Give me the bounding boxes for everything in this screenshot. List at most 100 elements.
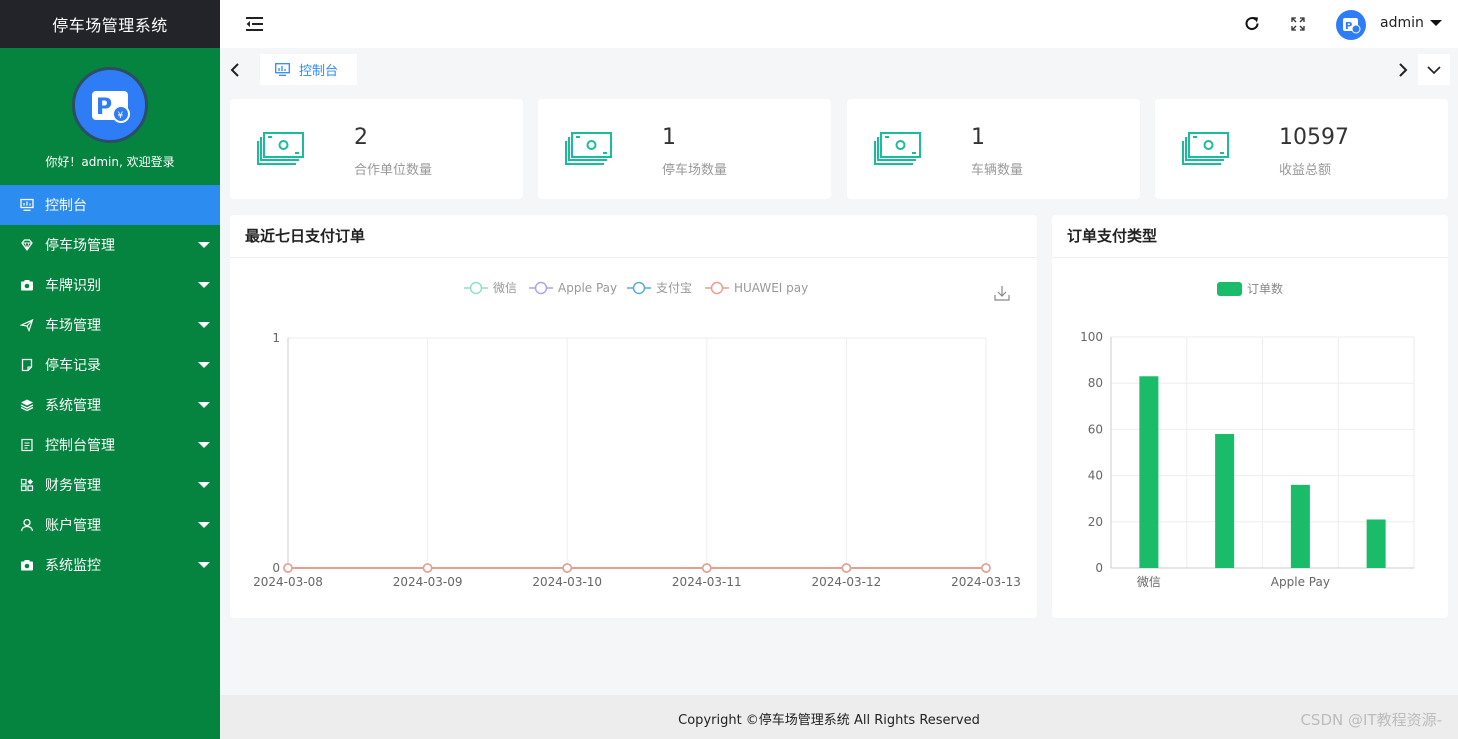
sidebar-item-label: 财务管理 <box>45 478 101 494</box>
download-arrow <box>997 286 1007 297</box>
bar <box>1290 484 1310 568</box>
sidebar-item-label: 控制台 <box>45 198 87 214</box>
stat-card[interactable]: 1 车辆数量 <box>847 99 1140 199</box>
note-icon <box>21 358 33 372</box>
y-tick-label: 60 <box>1088 422 1103 436</box>
caret-down-icon <box>198 522 210 528</box>
y-tick-label: 1 <box>272 331 280 345</box>
sidebar: 停车场管理系统 P ¥ 你好！admin, 欢迎登录 控制台停车场管理车牌识别车… <box>0 0 220 739</box>
sidebar-item-9[interactable]: 系统监控 <box>0 545 220 585</box>
dashboard-icon <box>275 63 290 76</box>
download-icon <box>994 286 1010 301</box>
x-tick-label: 2024-03-13 <box>951 575 1021 589</box>
app-title: 停车场管理系统 <box>0 0 220 48</box>
legend-label: 支付宝 <box>656 281 692 295</box>
welcome-text: 你好！admin, 欢迎登录 <box>45 155 175 169</box>
stat-card[interactable]: 2 合作单位数量 <box>230 99 523 199</box>
camera-icon <box>21 280 33 291</box>
y-tick-label: 0 <box>272 561 280 575</box>
tab-options-button[interactable] <box>1418 54 1450 85</box>
sidebar-item-label: 车场管理 <box>45 318 101 334</box>
stat-value: 1 <box>971 125 985 150</box>
line-chart-panel: 最近七日支付订单 微信 Apple Pay 支付宝 HUAWEI pay 0 1 2024-… <box>230 215 1037 618</box>
sidebar-item-label: 车牌识别 <box>45 278 101 294</box>
svg-text:¥: ¥ <box>118 111 124 121</box>
legend-label: 微信 <box>493 281 517 295</box>
sidebar-item-label: 控制台管理 <box>45 438 115 454</box>
data-point <box>702 563 712 573</box>
parking-logo-icon: P <box>1343 18 1361 34</box>
line-chart: 微信 Apple Pay 支付宝 HUAWEI pay 0 1 2024-03-08 2024… <box>253 281 1021 589</box>
legend-label: Apple Pay <box>558 281 617 295</box>
sidebar-item-label: 停车场管理 <box>45 238 115 254</box>
sidebar-menu: 控制台停车场管理车牌识别车场管理停车记录系统管理控制台管理财务管理账户管理 系统监… <box>0 185 220 585</box>
stat-value: 1 <box>662 125 676 150</box>
data-point <box>283 563 293 573</box>
stat-value: 10597 <box>1279 125 1349 150</box>
header-avatar[interactable]: P <box>1336 10 1366 40</box>
sidebar-item-0[interactable]: 控制台 <box>0 185 220 225</box>
caret-down-icon <box>198 562 210 568</box>
caret-down-icon <box>198 402 210 408</box>
y-tick-label: 0 <box>1095 561 1103 575</box>
chevron-down-icon <box>1427 65 1441 74</box>
tab-dashboard[interactable]: 控制台 <box>260 54 357 85</box>
money-icon <box>565 132 612 165</box>
stat-card[interactable]: 10597 收益总额 <box>1155 99 1448 199</box>
footer: Copyright ©停车场管理系统 All Rights Reserved C… <box>220 695 1458 739</box>
data-point <box>981 563 991 573</box>
sidebar-item-3[interactable]: 车场管理 <box>0 305 220 345</box>
x-tick-label: 2024-03-09 <box>393 575 463 589</box>
user-icon <box>20 518 34 532</box>
sidebar-item-4[interactable]: 停车记录 <box>0 345 220 385</box>
copyright-text: Copyright ©停车场管理系统 All Rights Reserved <box>678 713 980 728</box>
avatar: P ¥ <box>72 67 148 143</box>
stat-card[interactable]: 1 停车场数量 <box>538 99 831 199</box>
x-tick-label: 2024-03-12 <box>812 575 882 589</box>
legend-item: 支付宝 <box>627 281 692 295</box>
x-tick-label: 微信 <box>1137 575 1161 589</box>
apps-icon <box>20 478 34 492</box>
camera-icon <box>21 560 33 571</box>
stat-label: 车辆数量 <box>971 163 1024 178</box>
fullscreen-icon[interactable] <box>1288 14 1308 34</box>
caret-down-icon <box>198 242 210 248</box>
tab-bar: 控制台 <box>220 48 1458 92</box>
bar-chart-panel: 订单支付类型 订单数 0 20 40 60 80 100 微信 Apple Pay <box>1052 215 1448 618</box>
sidebar-item-8[interactable]: 账户管理 <box>0 505 220 545</box>
x-tick-label: 2024-03-10 <box>532 575 602 589</box>
x-tick-label: Apple Pay <box>1271 575 1330 589</box>
data-point <box>422 563 433 573</box>
sidebar-item-5[interactable]: 系统管理 <box>0 385 220 425</box>
sidebar-item-2[interactable]: 车牌识别 <box>0 265 220 305</box>
watermark: CSDN @IT教程资源- <box>1300 711 1442 729</box>
caret-down-icon <box>198 482 210 488</box>
sidebar-item-1[interactable]: 停车场管理 <box>0 225 220 265</box>
tab-scroll-right-icon[interactable] <box>1392 60 1412 80</box>
menu-toggle-icon[interactable] <box>246 16 263 32</box>
sidebar-item-label: 系统管理 <box>45 398 101 414</box>
send-icon <box>20 318 34 332</box>
y-tick-label: 20 <box>1088 515 1103 529</box>
legend-marker <box>710 281 724 295</box>
sidebar-item-6[interactable]: 控制台管理 <box>0 425 220 465</box>
caret-down-icon <box>198 282 210 288</box>
stat-value: 2 <box>354 125 368 150</box>
y-tick-label: 80 <box>1088 376 1103 390</box>
legend-label: HUAWEI pay <box>734 281 808 295</box>
dashboard-icon <box>20 198 34 211</box>
tab-label: 控制台 <box>299 64 339 79</box>
caret-down-icon <box>198 362 210 368</box>
stat-label: 收益总额 <box>1279 163 1332 178</box>
sidebar-item-label: 停车记录 <box>45 358 101 374</box>
money-icon <box>874 132 921 165</box>
legend-item: Apple Pay <box>529 281 617 295</box>
sidebar-item-7[interactable]: 财务管理 <box>0 465 220 505</box>
top-header: P admin <box>220 0 1458 48</box>
layers-icon <box>20 399 34 412</box>
money-icon <box>1182 132 1229 165</box>
tab-scroll-left-icon[interactable] <box>226 60 246 80</box>
refresh-icon[interactable] <box>1242 14 1262 34</box>
legend-marker <box>469 281 483 295</box>
user-dropdown[interactable]: admin <box>1380 15 1442 31</box>
